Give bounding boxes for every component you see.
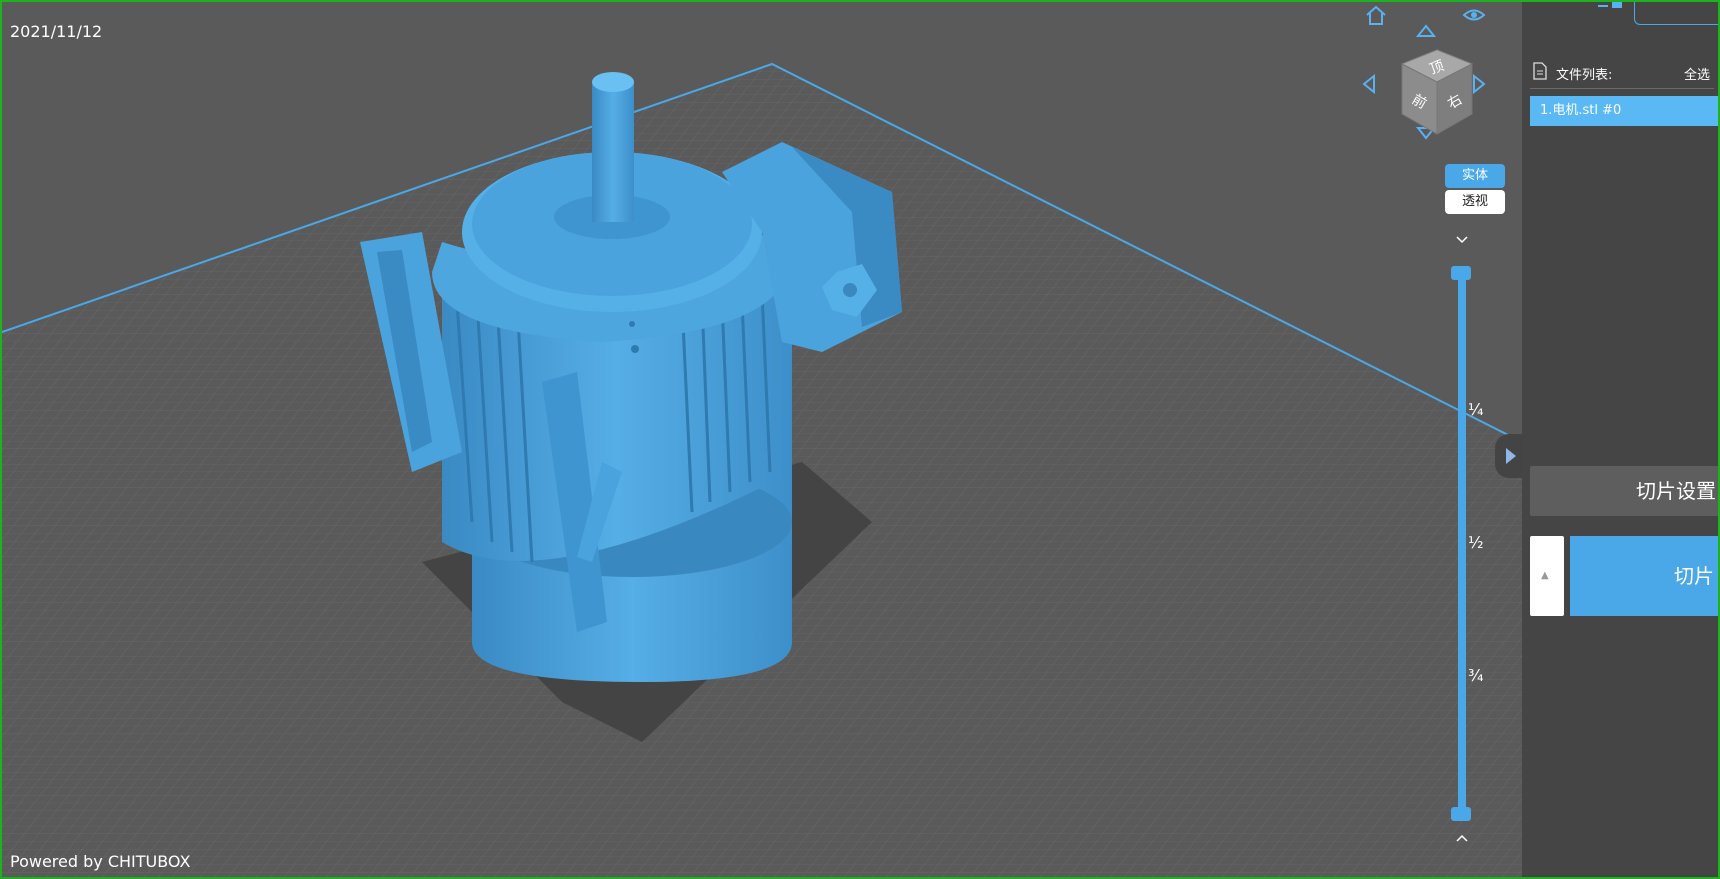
slice-button[interactable]: 切片: [1570, 536, 1718, 616]
view-cube[interactable]: 顶 前 右: [1392, 42, 1482, 142]
file-list-label: 文件列表:: [1556, 68, 1613, 83]
sidebar-collapse-tab[interactable]: [1495, 434, 1522, 478]
slider-mark-half: ½: [1468, 533, 1484, 552]
eye-icon[interactable]: [1462, 6, 1486, 24]
date-label: 2021/11/12: [10, 22, 103, 41]
play-right-icon: [1506, 448, 1516, 464]
slider-mark-quarter: ¼: [1468, 400, 1484, 419]
home-icon[interactable]: [1364, 4, 1388, 26]
scene-canvas[interactable]: [2, 2, 1522, 877]
view-mode-solid-button[interactable]: 实体: [1445, 164, 1505, 188]
layer-slider-top-handle[interactable]: [1451, 266, 1471, 280]
chevron-up-icon[interactable]: [1454, 832, 1470, 848]
layer-slider-track[interactable]: [1458, 272, 1466, 814]
app-window: 2021/11/12 Powered by CHITUBOX 顶 前 右 实体 …: [0, 0, 1720, 879]
right-sidebar: 文件列表: 全选 1.电机.stl #0 切片设置 ▲ 切片: [1522, 2, 1718, 877]
caret-up-icon: ▲: [1541, 570, 1549, 581]
arrow-left-icon[interactable]: [1360, 72, 1384, 96]
file-list-item[interactable]: 1.电机.stl #0: [1530, 96, 1718, 126]
slice-options-toggle[interactable]: ▲: [1530, 536, 1564, 616]
slice-settings-button[interactable]: 切片设置: [1530, 466, 1718, 516]
sidebar-top-tab-outline[interactable]: [1634, 2, 1718, 25]
chevron-down-icon[interactable]: [1454, 234, 1470, 250]
file-list-header: 文件列表: 全选: [1530, 60, 1714, 89]
view-mode-xray-button[interactable]: 透视: [1445, 190, 1505, 214]
slider-mark-three-quarter: ¾: [1468, 666, 1484, 685]
document-icon: [1533, 62, 1547, 80]
select-all-button[interactable]: 全选: [1684, 64, 1710, 83]
layer-slider-bottom-handle[interactable]: [1451, 807, 1471, 821]
powered-by-label: Powered by CHITUBOX: [10, 852, 191, 871]
sidebar-top-tabs[interactable]: [1582, 2, 1718, 26]
menu-icon[interactable]: [1598, 2, 1624, 14]
3d-viewport[interactable]: 2021/11/12 Powered by CHITUBOX 顶 前 右 实体 …: [2, 2, 1522, 877]
arrow-up-icon[interactable]: [1414, 22, 1438, 38]
